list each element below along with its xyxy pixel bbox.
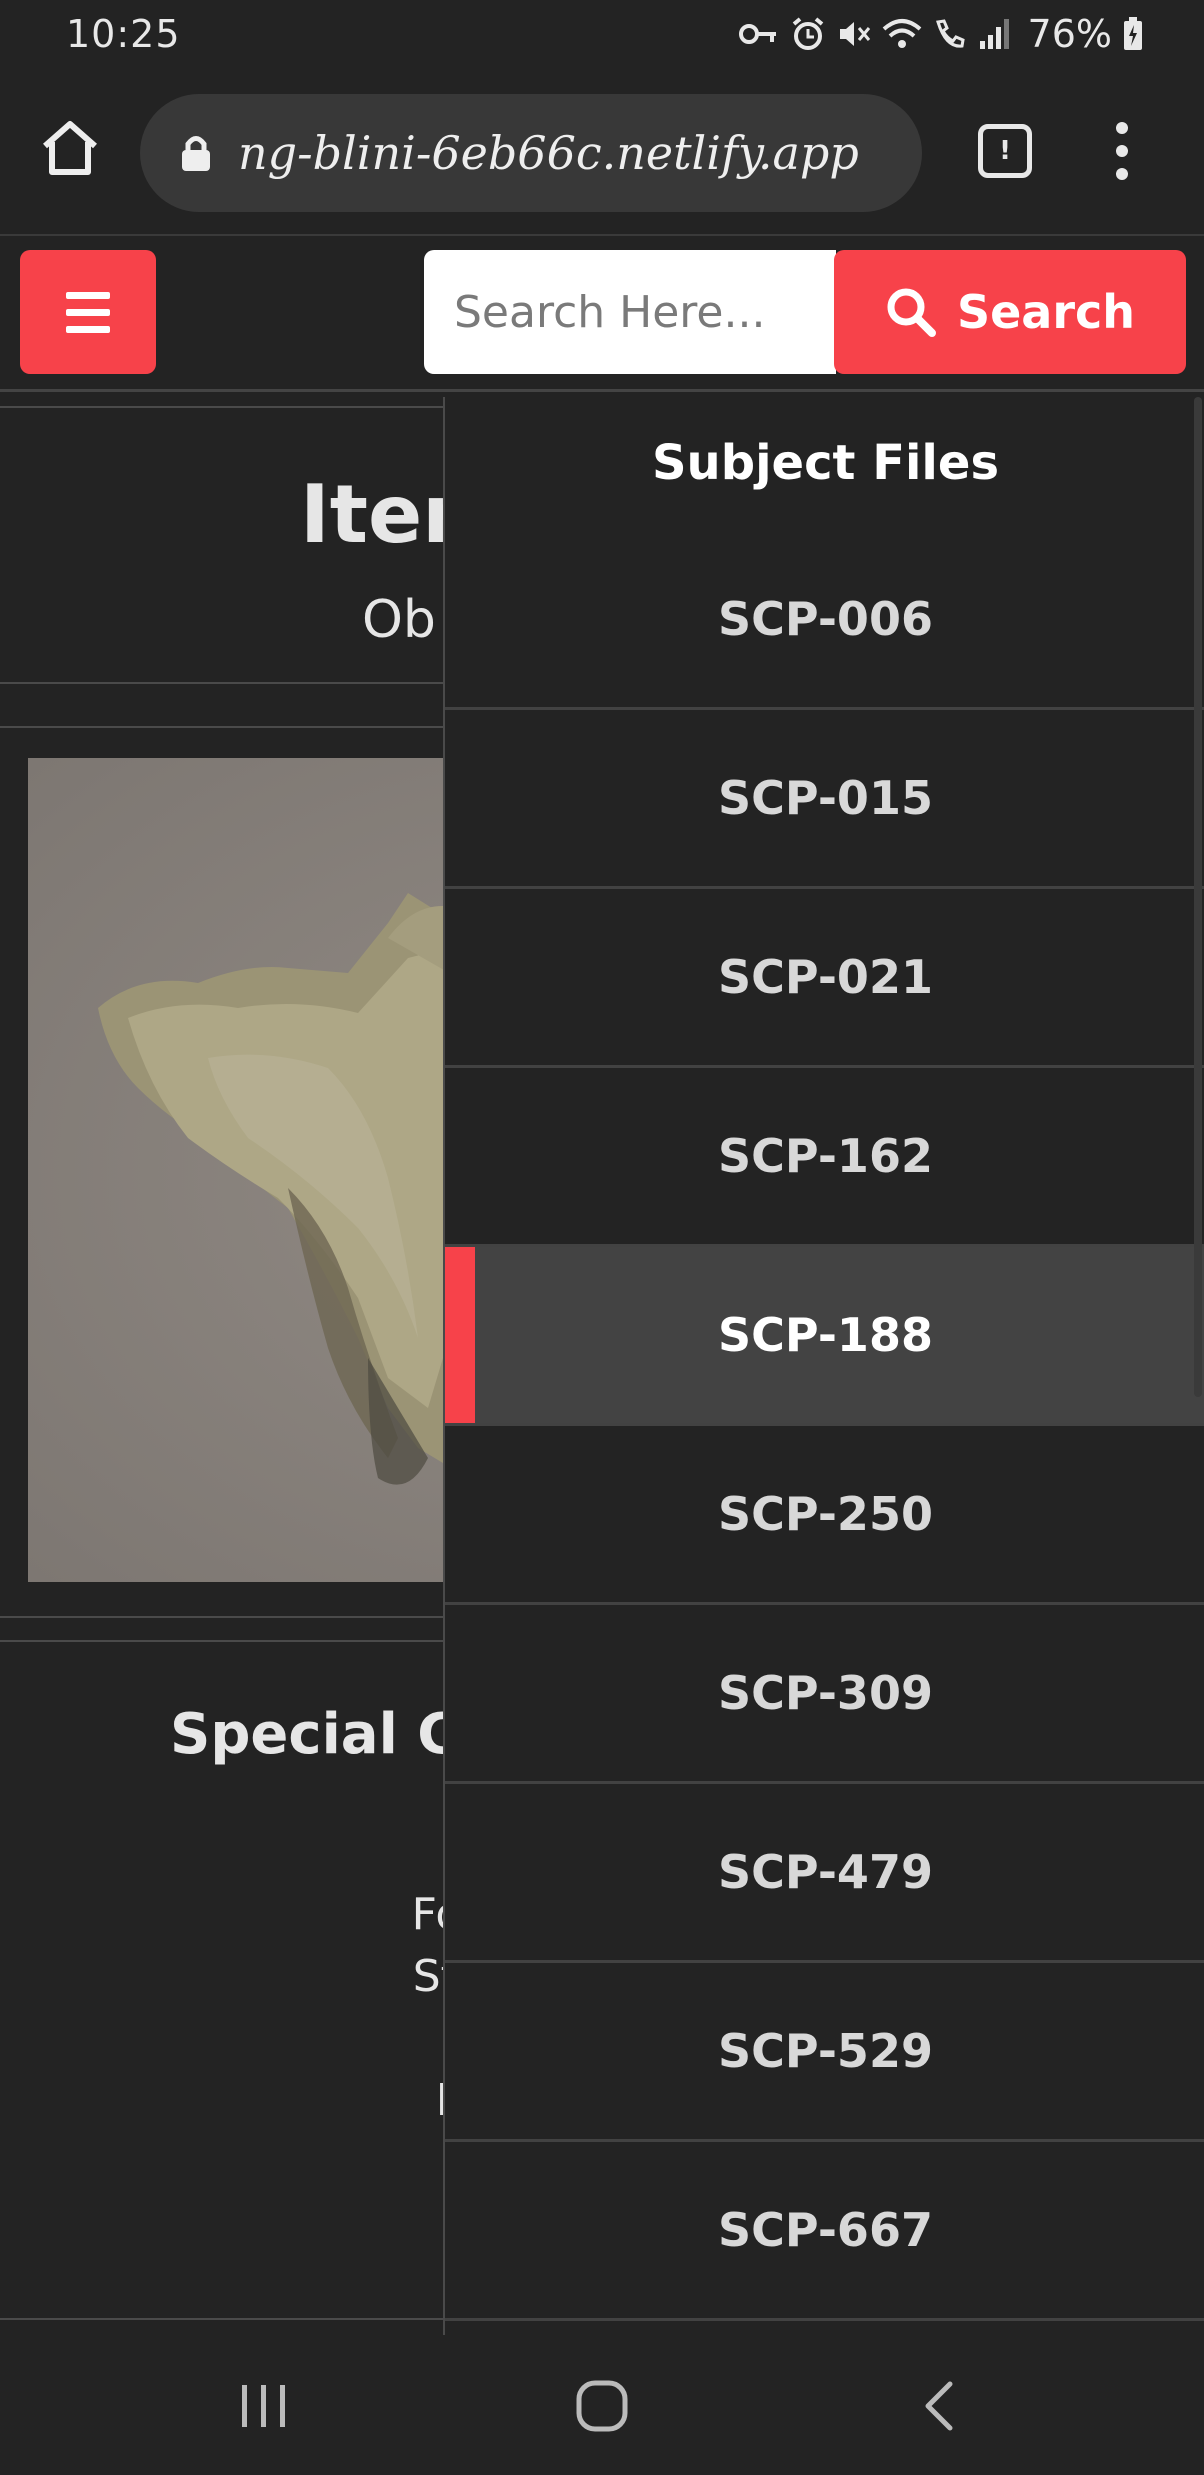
subject-file-item[interactable]: SCP-667 (445, 2142, 1204, 2321)
menu-dot (1116, 168, 1128, 180)
subject-file-item[interactable]: SCP-021 (445, 889, 1204, 1068)
subject-file-item[interactable]: SCP-479 (445, 1784, 1204, 1963)
status-icons: 76% (738, 12, 1144, 56)
home-icon (43, 121, 97, 175)
back-button[interactable] (878, 2366, 998, 2446)
recent-apps-button[interactable] (204, 2366, 324, 2446)
subject-file-item[interactable]: SCP-162 (445, 1068, 1204, 1247)
browser-menu-button[interactable] (1100, 118, 1144, 184)
home-nav-button[interactable] (542, 2366, 662, 2446)
object-class-text: Ob (362, 590, 436, 650)
lock-icon (182, 136, 210, 171)
subject-file-item[interactable]: SCP-250 (445, 1426, 1204, 1605)
menu-dot (1116, 145, 1128, 157)
hamburger-line (66, 308, 110, 316)
signal-icon (979, 19, 1009, 49)
menu-dot (1116, 122, 1128, 134)
system-navigation-bar (0, 2336, 1204, 2475)
hamburger-line (66, 325, 110, 333)
menu-toggle-button[interactable] (20, 250, 156, 374)
search-button-label: Search (956, 285, 1136, 339)
subject-file-item[interactable]: SCP-309 (445, 1605, 1204, 1784)
key-icon (738, 24, 776, 44)
subject-files-list: SCP-006 SCP-015 SCP-021 SCP-162 SCP-188 … (445, 531, 1204, 2321)
drawer-title: Subject Files (651, 435, 1000, 491)
status-time: 10:25 (66, 12, 181, 56)
address-bar[interactable]: ng-blini-6eb66c.netlify.app (140, 94, 922, 212)
subject-files-drawer: Subject Files SCP-006 SCP-015 SCP-021 SC… (443, 397, 1204, 2335)
site-header: Search (0, 236, 1204, 392)
drawer-scrollbar[interactable] (1194, 397, 1202, 1397)
tab-switcher-button[interactable]: ! (978, 124, 1032, 178)
status-bar: 10:25 76% (0, 0, 1204, 72)
search-input[interactable] (424, 250, 836, 374)
battery-percentage: 76% (1027, 12, 1112, 56)
back-icon (925, 2381, 953, 2431)
alarm-icon (792, 17, 823, 50)
mute-icon (839, 22, 870, 46)
subject-file-item[interactable]: SCP-006 (445, 531, 1204, 710)
home-button[interactable] (38, 116, 102, 180)
wifi-icon (882, 19, 921, 48)
url-text: ng-blini-6eb66c.netlify.app (238, 126, 859, 180)
subject-file-item-active[interactable]: SCP-188 (445, 1247, 1204, 1426)
recent-apps-icon (242, 2385, 285, 2427)
subject-file-item[interactable]: SCP-529 (445, 1963, 1204, 2142)
home-circle-icon (576, 2380, 628, 2432)
browser-toolbar: ng-blini-6eb66c.netlify.app ! (0, 72, 1204, 236)
hamburger-line (66, 291, 110, 299)
search-icon (887, 288, 936, 337)
wifi-call-icon (935, 19, 965, 48)
subject-file-item[interactable]: SCP-015 (445, 710, 1204, 889)
battery-icon (1124, 17, 1142, 50)
search-button[interactable]: Search (834, 250, 1186, 374)
